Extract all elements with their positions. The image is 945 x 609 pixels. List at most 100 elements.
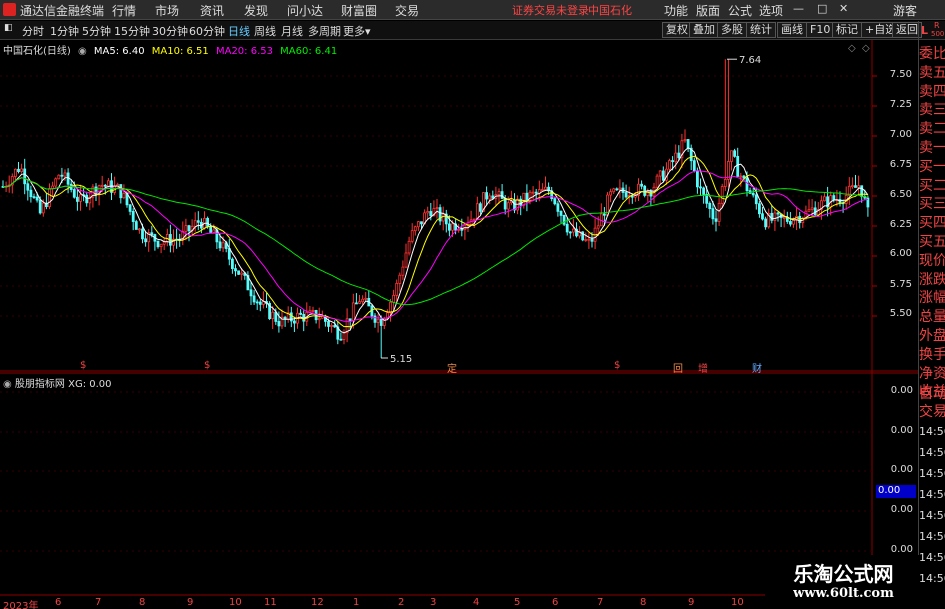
kline-chart[interactable]: 7.64 5.15 [0, 40, 919, 609]
panel-r-toggle[interactable]: R [934, 21, 940, 30]
candle-body [320, 316, 324, 319]
time-axis-label: 9 [688, 597, 695, 608]
high-label: 7.64 [739, 55, 761, 66]
quote-field-label: 卖四 [919, 83, 945, 100]
time-axis-label: 8 [139, 597, 146, 608]
app-title: 通达信金融终端 [20, 4, 105, 18]
candle-body [299, 312, 303, 315]
period-intraday[interactable]: 分时 [22, 23, 44, 39]
candle-body [587, 238, 591, 241]
period-weekly[interactable]: 周线 [254, 23, 276, 39]
candle-body [832, 195, 836, 201]
period-5min[interactable]: 5分钟 [82, 23, 111, 39]
stats-button[interactable]: 统计 [746, 22, 776, 38]
period-daily[interactable]: 日线 [228, 23, 250, 39]
period-more[interactable]: 更多▾ [343, 23, 371, 39]
maximize-icon[interactable]: □ [817, 2, 827, 15]
mark-button[interactable]: 标记 [832, 22, 862, 38]
auto-trade-label-2[interactable]: 交易 [919, 403, 945, 421]
period-multi[interactable]: 多周期 [308, 23, 341, 39]
period-60min[interactable]: 60分钟 [189, 23, 225, 39]
time-axis-label: 6 [552, 597, 559, 608]
indicator-toggle-icon[interactable]: ◉ [3, 379, 12, 390]
diamond-icon[interactable]: ◇ [848, 43, 856, 54]
menu-item-function[interactable]: 功能 [664, 2, 688, 19]
candle-body [122, 193, 126, 199]
event-marker[interactable]: 定 [447, 360, 457, 375]
candle-body [103, 184, 107, 187]
collapse-icon[interactable]: ◇ [862, 43, 870, 54]
indicator-tick: 0.00 [890, 385, 913, 396]
menu-item-layout[interactable]: 版面 [696, 2, 720, 19]
indicator-tick: 0.00 [890, 544, 913, 555]
menu-item-xiaoda[interactable]: 问小达 [287, 2, 323, 19]
event-marker[interactable]: 财 [752, 360, 762, 375]
legend-toggle-icon[interactable]: ◉ [78, 46, 87, 57]
time-axis-label: 9 [187, 597, 194, 608]
tick-time: 14:56 [919, 446, 945, 459]
adjust-button[interactable]: 复权 [662, 22, 692, 38]
menu-item-discover[interactable]: 发现 [244, 2, 268, 19]
candle-body [141, 228, 144, 240]
candle-body [782, 217, 786, 219]
candle-body [761, 213, 764, 220]
candle-body [730, 150, 733, 162]
period-15min[interactable]: 15分钟 [114, 23, 150, 39]
candle-body [376, 318, 380, 323]
candle-body [38, 199, 42, 214]
overlay-button[interactable]: 叠加 [689, 22, 719, 38]
time-axis-label: 12 [311, 597, 324, 608]
menu-item-formula[interactable]: 公式 [728, 2, 752, 19]
ma10-value: MA10: 6.51 [151, 46, 209, 57]
period-monthly[interactable]: 月线 [281, 23, 303, 39]
panel-toggle-icon[interactable]: ◧ [4, 23, 13, 33]
indicator-title: 股朋指标网 [14, 379, 65, 390]
draw-line-button[interactable]: 画线 [777, 22, 807, 38]
event-marker[interactable]: 回 [673, 360, 683, 375]
candle-body [519, 198, 523, 206]
auto-trade-label-1[interactable]: 自动 [919, 385, 945, 403]
menu-item-wealth[interactable]: 财富圈 [341, 2, 377, 19]
quote-field-label: 买一 [919, 158, 945, 175]
candle-body [32, 196, 36, 199]
candle-body [854, 185, 857, 188]
candle-body [733, 150, 736, 157]
candle-body [661, 170, 665, 181]
f10-button[interactable]: F10 [806, 22, 835, 38]
login-status[interactable]: 证券交易未登录 [512, 2, 589, 18]
candle-body [522, 192, 526, 206]
candle-body [230, 258, 234, 269]
period-30min[interactable]: 30分钟 [152, 23, 188, 39]
price-tick: 5.75 [889, 279, 912, 290]
menu-item-news[interactable]: 资讯 [200, 2, 224, 19]
candle-body [150, 232, 154, 235]
event-marker[interactable]: $ [204, 360, 210, 371]
menu-item-trade[interactable]: 交易 [395, 2, 419, 19]
candle-body [187, 225, 191, 232]
candle-body [717, 202, 721, 222]
candle-body [389, 301, 392, 314]
watermark-url: www.60lt.com [793, 586, 894, 601]
menu-bar: 通达信金融终端 行情 市场 资讯 发现 问小达 财富圈 交易 证券交易未登录 中… [0, 0, 945, 20]
candle-body [677, 152, 681, 159]
menu-item-market[interactable]: 市场 [155, 2, 179, 19]
close-icon[interactable]: ✕ [839, 2, 848, 15]
menu-item-options[interactable]: 选项 [759, 2, 783, 19]
guest-label[interactable]: 游客 [893, 2, 917, 19]
event-marker[interactable]: $ [80, 360, 86, 371]
candle-body [807, 209, 811, 212]
multi-stock-button[interactable]: 多股 [717, 22, 747, 38]
tick-time: 14:56 [919, 425, 945, 438]
period-1min[interactable]: 1分钟 [50, 23, 79, 39]
candle-body [683, 139, 687, 142]
time-axis-label: 3 [430, 597, 437, 608]
event-marker[interactable]: 增 [698, 360, 708, 375]
candle-body [134, 221, 138, 230]
minimize-icon[interactable]: — [793, 2, 804, 15]
candle-body [404, 252, 408, 268]
panel-l-toggle[interactable]: L [921, 24, 928, 37]
menu-item-quotes[interactable]: 行情 [112, 2, 136, 19]
candle-body [413, 226, 417, 232]
candle-body [612, 188, 616, 193]
event-marker[interactable]: $ [614, 360, 620, 371]
